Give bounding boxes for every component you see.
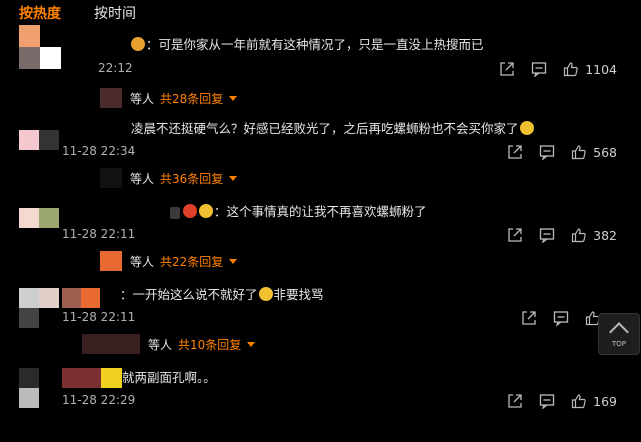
view-replies-link[interactable]: 共36条回复 [160, 170, 223, 187]
share-button[interactable] [521, 310, 537, 326]
thumbs-up-icon [571, 227, 587, 243]
reply-prefix: 等人 [130, 91, 155, 106]
thumbs-up-icon [571, 393, 587, 409]
reply-prefix: 等人 [130, 254, 155, 269]
avatar[interactable] [19, 288, 59, 328]
share-icon [507, 393, 523, 409]
share-button[interactable] [507, 144, 523, 160]
share-icon [507, 227, 523, 243]
share-button[interactable] [507, 227, 523, 243]
comment-item: ：这个事情真的让我不再喜欢螺蛳粉了 11-28 22:11 382 [0, 196, 641, 276]
comment-time: 11-28 22:29 [62, 393, 136, 407]
reply-summary: 等人 共22条回复 [100, 251, 238, 271]
chevron-up-icon [609, 321, 629, 342]
reply-summary: 等人 共28条回复 [100, 88, 238, 108]
avatar[interactable] [19, 368, 59, 408]
like-button[interactable]: 568 [571, 144, 617, 160]
comment-text: 凌晨不还挺硬气么？好感已经败光了，之后再吃螺蛳粉也不会买你家了 [131, 120, 535, 138]
crying-emoji-icon [519, 121, 534, 135]
comment-item: 就两副面孔啊。。 11-28 22:29 169 [0, 362, 641, 442]
comment-icon [539, 227, 555, 243]
avatar[interactable] [19, 130, 59, 170]
comment-button[interactable] [539, 144, 555, 160]
sort-tabs: 按热度 按时间 [19, 5, 136, 23]
thumbs-up-icon [563, 61, 579, 77]
thumbs-up-icon [571, 144, 587, 160]
chevron-down-icon [229, 95, 238, 101]
like-count: 382 [593, 227, 617, 243]
comment-time: 22:12 [98, 61, 133, 75]
view-replies-link[interactable]: 共10条回复 [178, 336, 241, 353]
comment-time: 11-28 22:34 [62, 144, 136, 158]
reply-prefix: 等人 [130, 171, 155, 186]
comment-icon [553, 310, 569, 326]
comment-time: 11-28 22:11 [62, 310, 136, 324]
reply-summary: 等人 共10条回复 [82, 334, 256, 354]
comment-button[interactable] [531, 61, 547, 77]
share-button[interactable] [499, 61, 515, 77]
comment-time: 11-28 22:11 [62, 227, 136, 241]
tab-sort-by-time[interactable]: 按时间 [94, 5, 136, 23]
like-count: 568 [593, 144, 617, 160]
share-button[interactable] [507, 393, 523, 409]
reply-avatars [100, 88, 122, 108]
comment-icon [539, 393, 555, 409]
like-button[interactable]: 382 [571, 227, 617, 243]
view-replies-link[interactable]: 共22条回复 [160, 253, 223, 270]
comment-button[interactable] [539, 227, 555, 243]
share-icon [507, 144, 523, 160]
back-to-top-button[interactable]: TOP [598, 313, 640, 355]
like-button[interactable]: 1104 [563, 61, 617, 77]
share-icon [521, 310, 537, 326]
laughing-emoji-icon [258, 287, 273, 301]
avatar[interactable] [19, 208, 59, 248]
comment-actions: 1104 [499, 61, 617, 77]
comment-actions [521, 310, 601, 326]
chevron-down-icon [229, 258, 238, 264]
comment-text: ：这个事情真的让我不再喜欢螺蛳粉了 [170, 203, 427, 221]
share-icon [499, 61, 515, 77]
chevron-down-icon [229, 175, 238, 181]
comment-text: ：一开始这么说不就好了 非要找骂 [120, 287, 324, 302]
like-count: 169 [593, 393, 617, 409]
reply-avatars [82, 334, 140, 354]
comment-button[interactable] [553, 310, 569, 326]
comment-text: ：可是你家从一年前就有这种情况了，只是一直没上热搜而已 [130, 36, 484, 54]
comment-text: 就两副面孔啊。。 [122, 370, 216, 385]
avatar[interactable] [19, 25, 61, 69]
comment-icon [531, 61, 547, 77]
crown-emoji-icon [183, 204, 197, 218]
comment-icon [539, 144, 555, 160]
like-count: 1104 [585, 61, 617, 77]
chevron-down-icon [247, 341, 256, 347]
comment-actions: 568 [507, 144, 617, 160]
reply-summary: 等人 共36条回复 [100, 168, 238, 188]
crown-emoji-icon [131, 37, 145, 51]
like-button[interactable]: 169 [571, 393, 617, 409]
author-name-blur [62, 368, 122, 388]
comment-actions: 382 [507, 227, 617, 243]
reply-avatars [100, 251, 122, 271]
comment-actions: 169 [507, 393, 617, 409]
view-replies-link[interactable]: 共28条回复 [160, 90, 223, 107]
reply-prefix: 等人 [148, 337, 173, 352]
reply-avatars [100, 168, 122, 188]
comment-button[interactable] [539, 393, 555, 409]
comment-item: ：可是你家从一年前就有这种情况了，只是一直没上热搜而已 22:12 1104 [0, 25, 641, 105]
shocked-emoji-icon [199, 204, 213, 218]
tab-sort-by-hot[interactable]: 按热度 [19, 5, 61, 23]
comment-item: 凌晨不还挺硬气么？好感已经败光了，之后再吃螺蛳粉也不会买你家了 11-28 22… [0, 114, 641, 194]
author-name-blur [62, 288, 100, 308]
